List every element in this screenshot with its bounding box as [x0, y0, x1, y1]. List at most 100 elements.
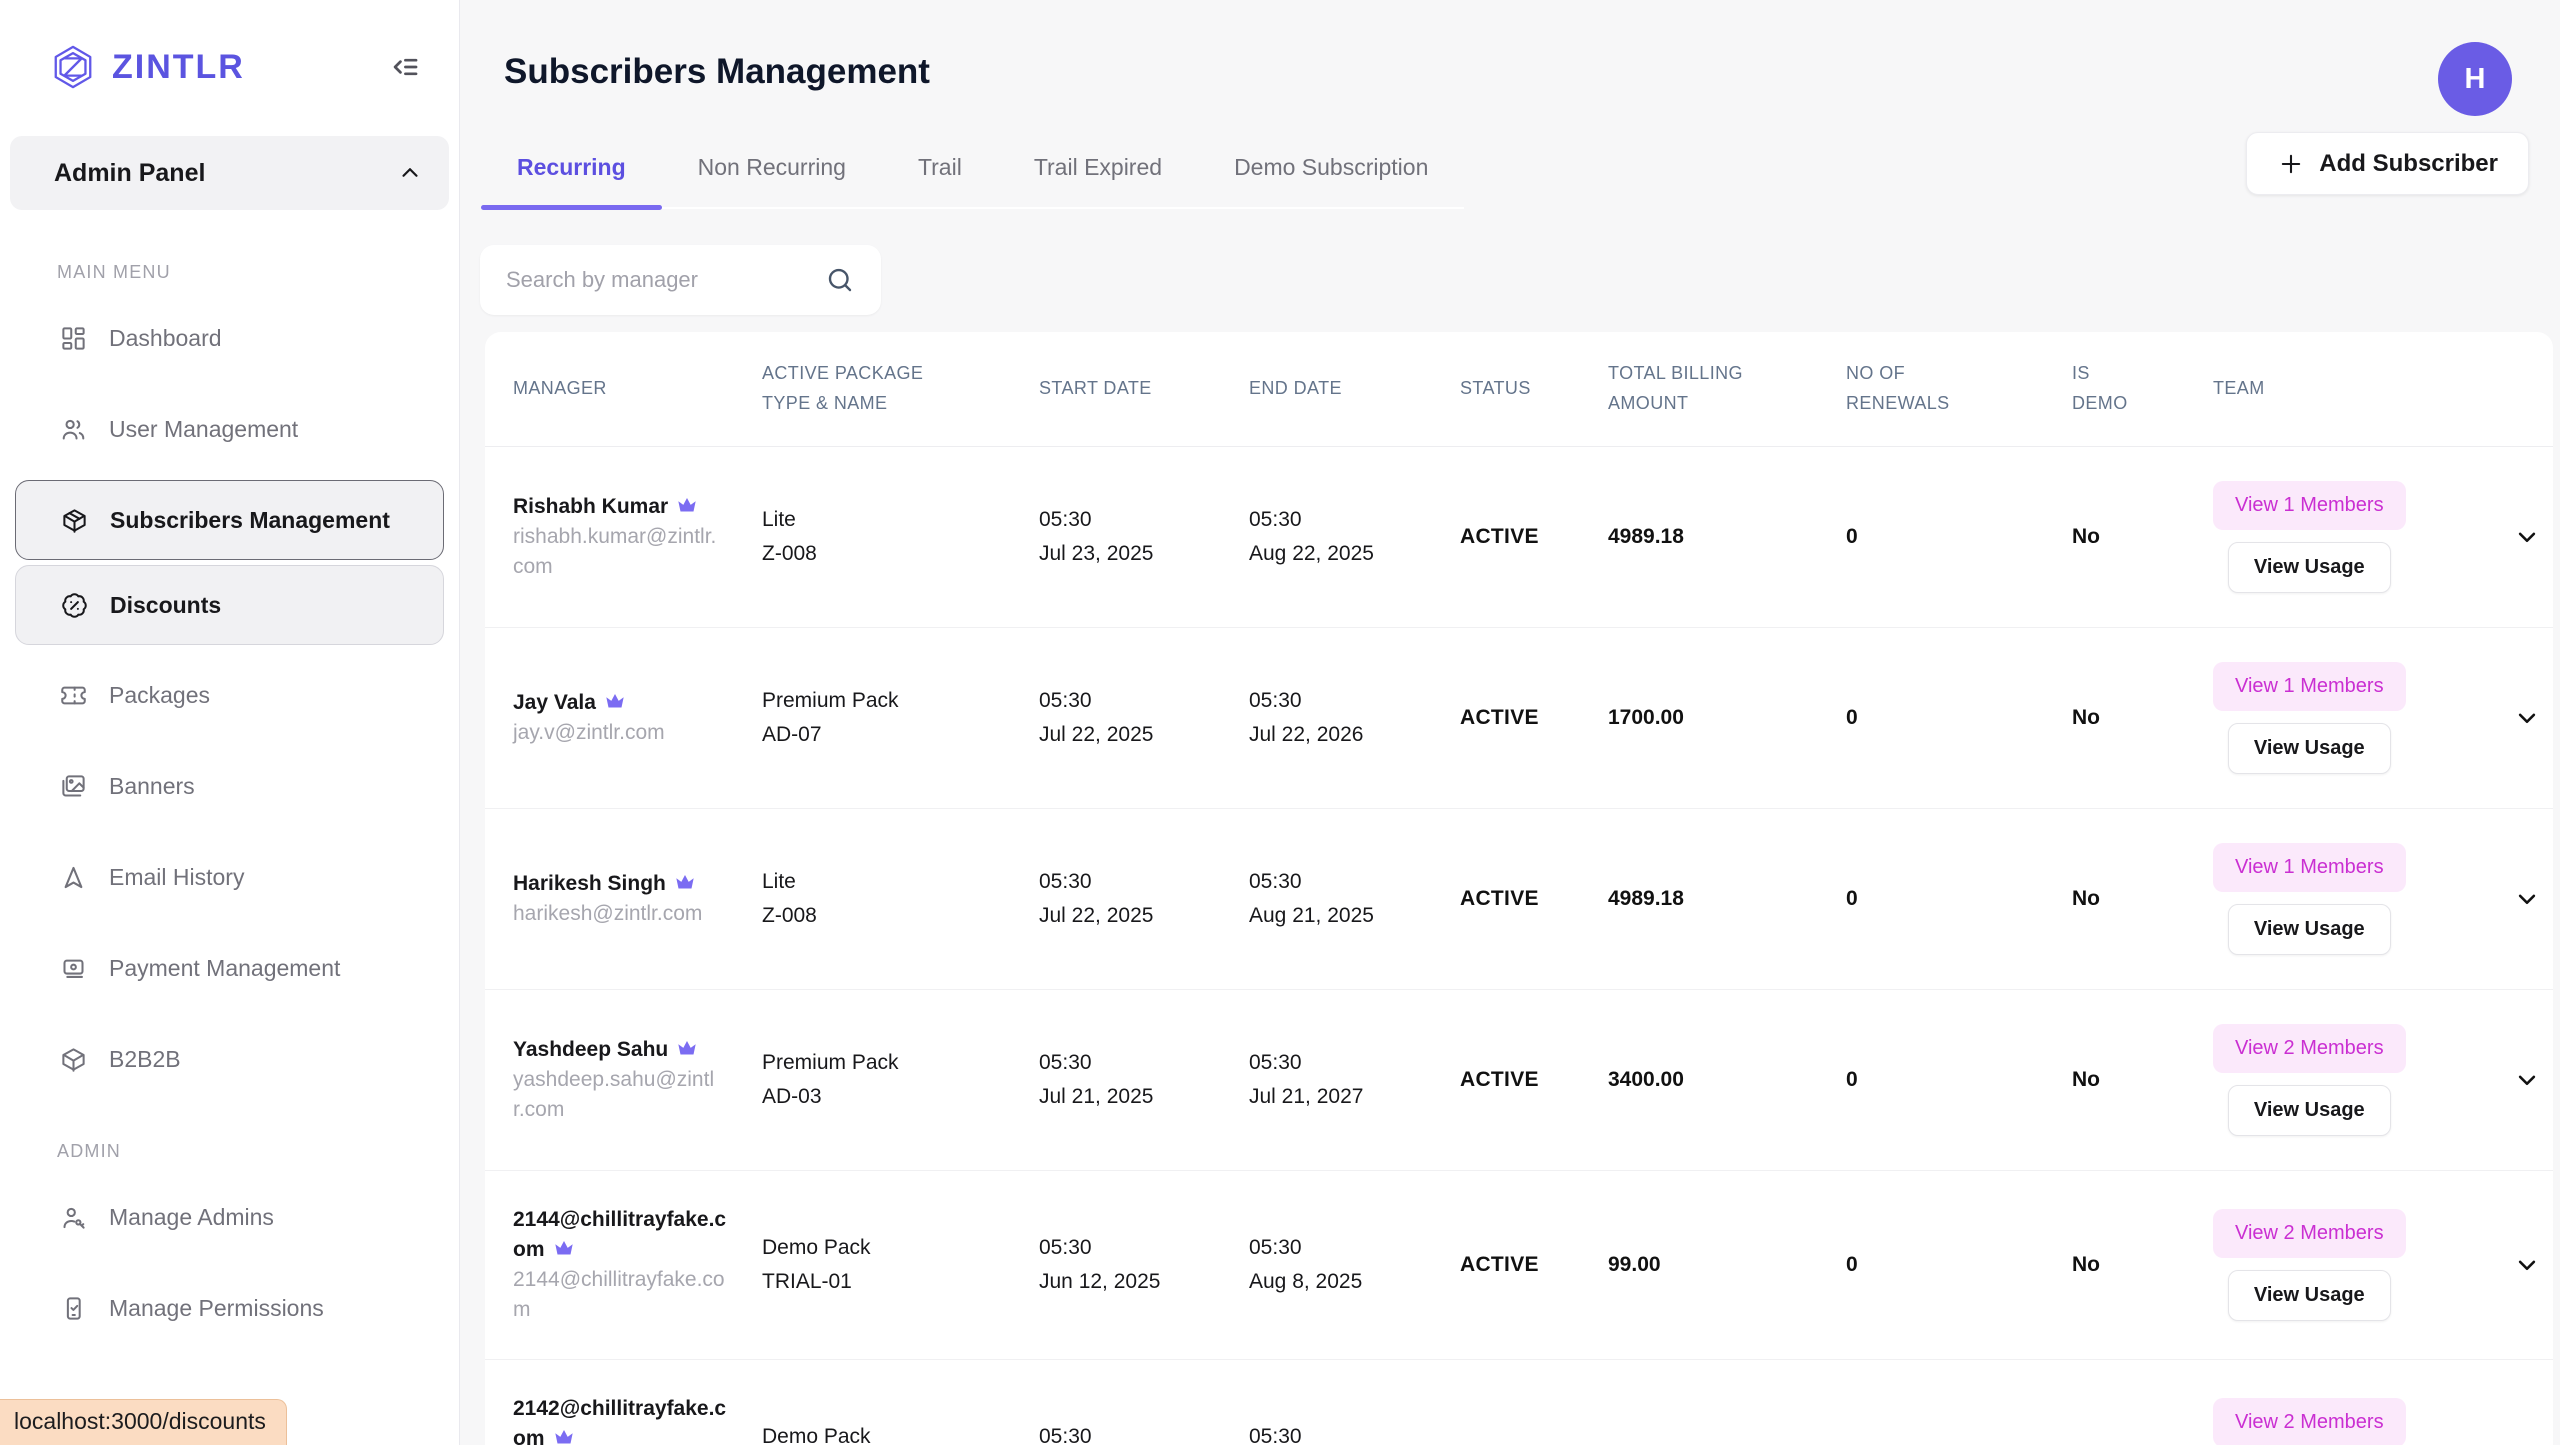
admin-panel-toggle[interactable]: Admin Panel	[10, 136, 449, 210]
expand-row-button[interactable]	[2512, 522, 2542, 552]
sidebar-nav: MAIN MENU Dashboard User Management Subs…	[10, 210, 449, 1354]
send-icon	[60, 864, 87, 891]
table-row: Yashdeep Sahu yashdeep.sahu@zintlr.com P…	[485, 990, 2553, 1171]
tab-recurring[interactable]: Recurring	[481, 154, 662, 207]
sidebar-item-discounts[interactable]: Discounts	[15, 565, 444, 645]
package-name: TRIAL-01	[762, 1265, 1015, 1299]
start-time: 05:30	[1039, 1231, 1225, 1265]
is-demo-value: No	[2048, 525, 2189, 549]
chevron-down-icon	[2512, 1065, 2542, 1095]
tab-trail-expired[interactable]: Trail Expired	[998, 154, 1198, 207]
plus-icon	[2277, 150, 2305, 178]
manager-name: 2144@chillitrayfake.com	[513, 1205, 728, 1265]
chevron-down-icon	[2512, 1250, 2542, 1280]
tab-non-recurring[interactable]: Non Recurring	[662, 154, 882, 207]
view-usage-button[interactable]: View Usage	[2228, 542, 2391, 593]
tab-demo-subscription[interactable]: Demo Subscription	[1198, 154, 1464, 207]
table-row: 2142@chillitrayfake.com 2142@chillitrayf…	[485, 1360, 2553, 1445]
renewals-count: 0	[1822, 1068, 2048, 1092]
expand-row-button[interactable]	[2512, 1065, 2542, 1095]
search-box	[480, 245, 881, 315]
view-members-button[interactable]: View 1 Members	[2213, 481, 2406, 530]
package-type: Demo Pack	[762, 1420, 1015, 1445]
status-badge: ACTIVE	[1436, 706, 1584, 730]
start-time: 05:30	[1039, 503, 1225, 537]
column-header: IS DEMO	[2048, 359, 2189, 418]
package-name: AD-03	[762, 1080, 1015, 1114]
sidebar-item-user-management[interactable]: User Management	[10, 384, 449, 475]
badge-percent-icon	[61, 592, 88, 619]
sidebar-item-banners[interactable]: Banners	[10, 741, 449, 832]
end-date: Jul 22, 2026	[1249, 718, 1436, 752]
add-subscriber-button[interactable]: Add Subscriber	[2246, 132, 2529, 195]
billing-amount: 3400.00	[1584, 1068, 1822, 1092]
is-demo-value: No	[2048, 1068, 2189, 1092]
view-members-button[interactable]: View 1 Members	[2213, 843, 2406, 892]
expand-row-button[interactable]	[2512, 1439, 2542, 1445]
billing-amount: 4989.18	[1584, 525, 1822, 549]
sidebar-item-label: Subscribers Management	[110, 507, 390, 534]
column-header: START DATE	[1015, 374, 1225, 404]
package-name: Z-008	[762, 537, 1015, 571]
chevron-down-icon	[2512, 884, 2542, 914]
search-icon[interactable]	[825, 265, 855, 295]
sidebar-item-manage-permissions[interactable]: Manage Permissions	[10, 1263, 449, 1354]
manager-email: jay.v@zintlr.com	[513, 718, 725, 748]
end-time: 05:30	[1249, 684, 1436, 718]
user-avatar[interactable]: H	[2438, 42, 2512, 116]
users-icon	[60, 416, 87, 443]
brand-logo[interactable]: ZINTLR	[50, 44, 245, 90]
sidebar-item-payment-management[interactable]: Payment Management	[10, 923, 449, 1014]
column-header: TOTAL BILLING AMOUNT	[1584, 359, 1822, 418]
sidebar-header: ZINTLR	[10, 0, 449, 90]
view-usage-button[interactable]: View Usage	[2228, 1270, 2391, 1321]
sidebar-item-label: Banners	[109, 773, 195, 800]
manager-name: Jay Vala	[513, 688, 728, 718]
view-members-button[interactable]: View 2 Members	[2213, 1398, 2406, 1445]
start-date: Jul 23, 2025	[1039, 537, 1225, 571]
is-demo-value: No	[2048, 1253, 2189, 1277]
nav-section-label: MAIN MENU	[57, 262, 449, 283]
view-usage-button[interactable]: View Usage	[2228, 723, 2391, 774]
sidebar-item-subscribers-management[interactable]: Subscribers Management	[15, 480, 444, 560]
sidebar-item-packages[interactable]: Packages	[10, 650, 449, 741]
crown-icon	[551, 1235, 577, 1261]
package-name: Z-008	[762, 899, 1015, 933]
sidebar-item-label: Payment Management	[109, 955, 340, 982]
view-usage-button[interactable]: View Usage	[2228, 1085, 2391, 1136]
package-icon	[61, 507, 88, 534]
table-row: Jay Vala jay.v@zintlr.com Premium PackAD…	[485, 628, 2553, 809]
column-header: END DATE	[1225, 374, 1436, 404]
chevron-down-icon	[2512, 522, 2542, 552]
renewals-count: 0	[1822, 887, 2048, 911]
sidebar-collapse-button[interactable]	[387, 50, 421, 84]
expand-row-button[interactable]	[2512, 1250, 2542, 1280]
search-input[interactable]	[506, 267, 825, 293]
sidebar-item-label: Packages	[109, 682, 210, 709]
ticket-icon	[60, 682, 87, 709]
sidebar-item-email-history[interactable]: Email History	[10, 832, 449, 923]
package-type: Lite	[762, 865, 1015, 899]
is-demo-value: No	[2048, 706, 2189, 730]
sidebar-item-manage-admins[interactable]: Manage Admins	[10, 1172, 449, 1263]
tab-trail[interactable]: Trail	[882, 154, 998, 207]
package-type: Premium Pack	[762, 684, 1015, 718]
end-date: Aug 8, 2025	[1249, 1265, 1436, 1299]
end-date: Aug 22, 2025	[1249, 537, 1436, 571]
status-badge: ACTIVE	[1436, 1253, 1584, 1277]
view-members-button[interactable]: View 2 Members	[2213, 1024, 2406, 1073]
end-time: 05:30	[1249, 865, 1436, 899]
column-header: MANAGER	[485, 374, 738, 404]
sidebar-item-b2b2b[interactable]: B2B2B	[10, 1014, 449, 1105]
view-members-button[interactable]: View 2 Members	[2213, 1209, 2406, 1258]
expand-row-button[interactable]	[2512, 884, 2542, 914]
column-header: ACTIVE PACKAGE TYPE & NAME	[738, 359, 1015, 418]
view-usage-button[interactable]: View Usage	[2228, 904, 2391, 955]
sidebar-item-dashboard[interactable]: Dashboard	[10, 293, 449, 384]
manager-name: Rishabh Kumar	[513, 492, 728, 522]
crown-icon	[672, 869, 698, 895]
renewals-count: 0	[1822, 1253, 2048, 1277]
subscription-tabs: Recurring Non Recurring Trail Trail Expi…	[481, 154, 1464, 209]
expand-row-button[interactable]	[2512, 703, 2542, 733]
view-members-button[interactable]: View 1 Members	[2213, 662, 2406, 711]
